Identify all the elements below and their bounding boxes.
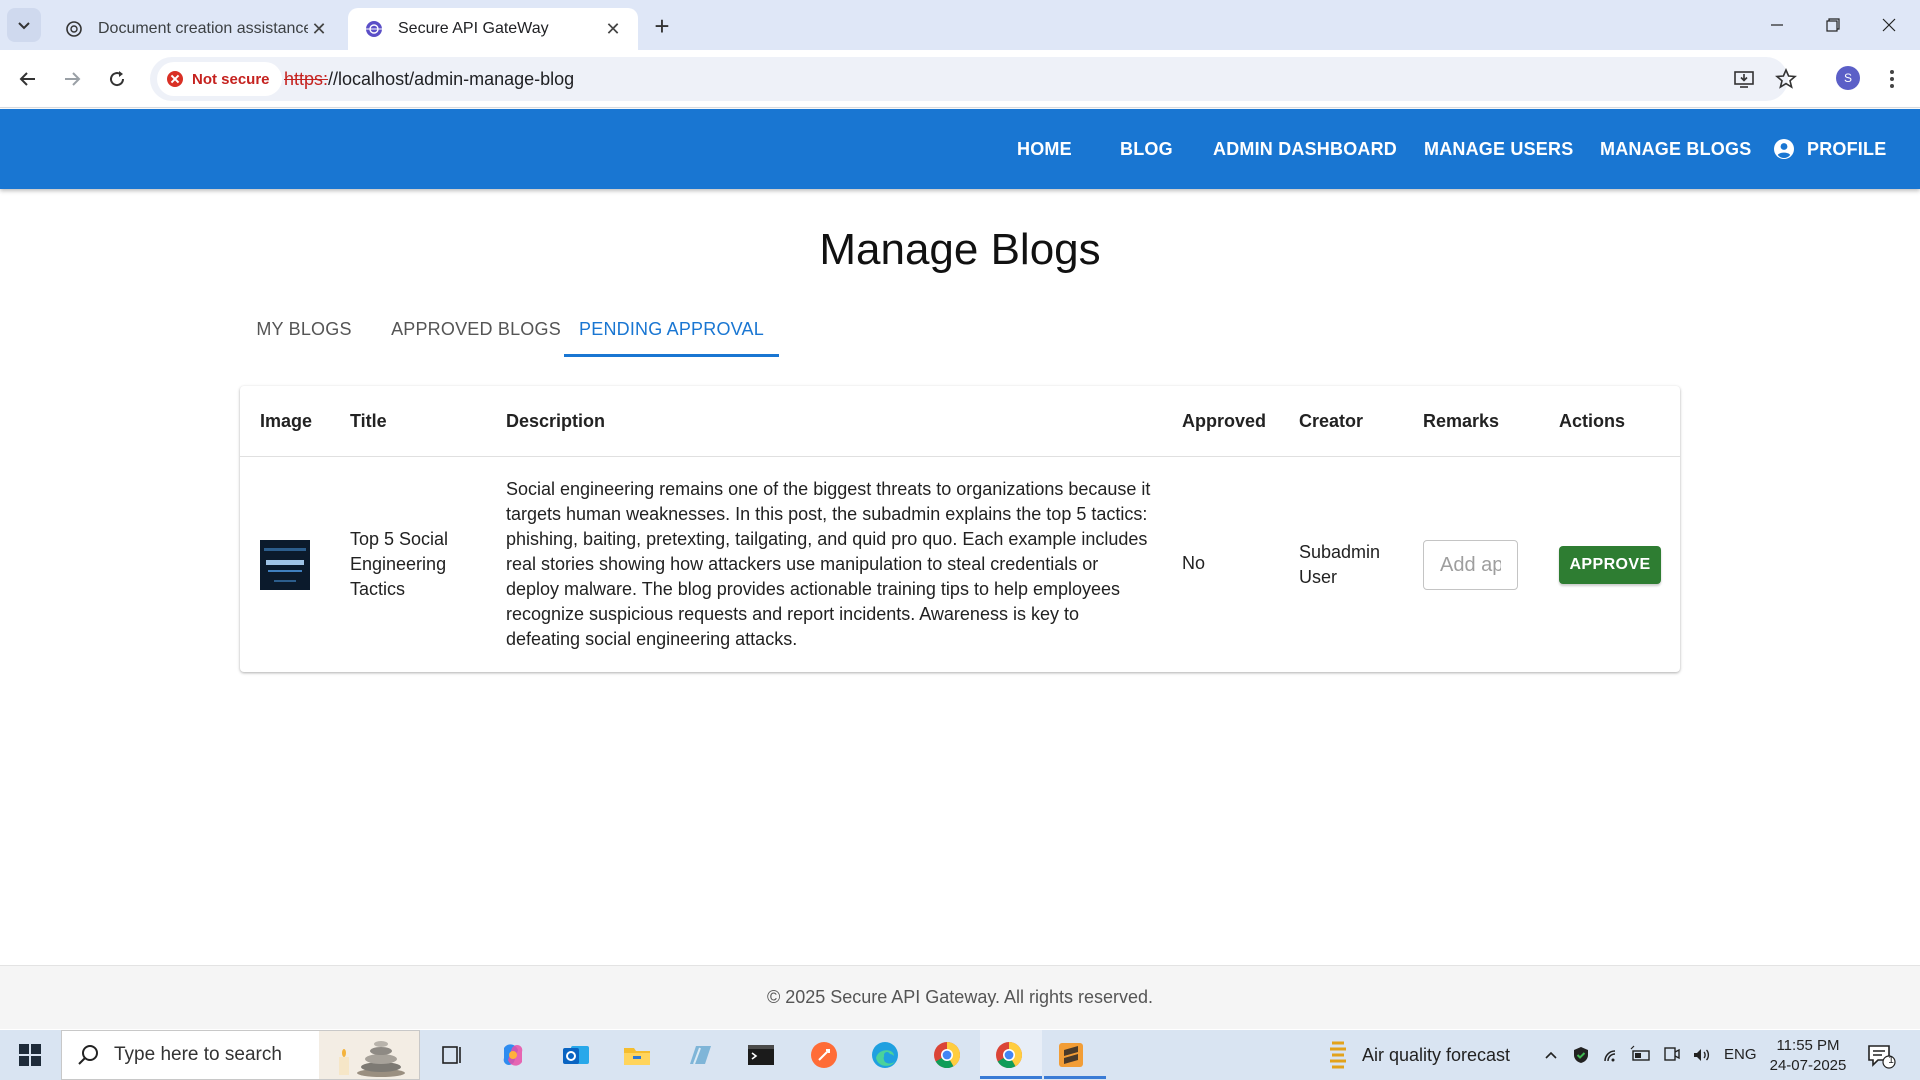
browser-tab-strip: Document creation assistance ✕ Secure AP…: [0, 0, 1920, 50]
clock-time: 11:55 PM: [1776, 1037, 1840, 1054]
meet-now-icon[interactable]: [1660, 1044, 1682, 1066]
url-text[interactable]: https://localhost/admin-manage-blog: [284, 69, 574, 90]
task-view-icon[interactable]: [436, 1039, 468, 1071]
browser-tab-title: Secure API GateWay: [398, 20, 549, 37]
notepad-icon[interactable]: [684, 1039, 716, 1071]
install-app-icon[interactable]: [1730, 65, 1758, 93]
nav-manage-users[interactable]: MANAGE USERS: [1424, 109, 1573, 189]
close-tab-icon[interactable]: ✕: [602, 18, 624, 40]
security-label: Not secure: [192, 70, 270, 88]
edge-icon[interactable]: [869, 1039, 901, 1071]
table-row: Top 5 Social Engineering Tactics Social …: [240, 457, 1680, 672]
blog-description: Social engineering remains one of the bi…: [506, 479, 1151, 649]
notification-count: 1: [1888, 1055, 1894, 1066]
browser-tab-title: Document creation assistance: [98, 20, 308, 37]
blog-creator: Subadmin User: [1299, 542, 1381, 587]
active-app-indicator: [980, 1076, 1042, 1079]
warning-icon: [167, 71, 183, 87]
address-bar[interactable]: Not secure https://localhost/admin-manag…: [150, 57, 1797, 101]
running-app-indicator: [1044, 1076, 1106, 1079]
globe-icon: [364, 19, 384, 39]
remarks-input[interactable]: [1423, 540, 1518, 590]
blogs-table: Image Title Description Approved Creator…: [240, 386, 1680, 672]
tab-indicator: [564, 354, 779, 357]
url-path: //localhost/admin-manage-blog: [328, 69, 575, 89]
air-quality-icon: [1330, 1041, 1346, 1069]
input-language[interactable]: ENG: [1724, 1046, 1757, 1063]
column-header-title: Title: [350, 411, 387, 431]
app-header: HOME BLOG ADMIN DASHBOARD MANAGE USERS M…: [0, 109, 1920, 189]
browser-toolbar: Not secure https://localhost/admin-manag…: [0, 50, 1920, 108]
security-shield-icon[interactable]: [1570, 1044, 1592, 1066]
notification-center-icon[interactable]: 1: [1866, 1042, 1896, 1070]
close-tab-icon[interactable]: ✕: [308, 18, 330, 40]
nav-admin-dashboard[interactable]: ADMIN DASHBOARD: [1213, 109, 1397, 189]
browser-tab-document-creation[interactable]: Document creation assistance ✕: [48, 8, 344, 50]
chrome-active-icon[interactable]: [993, 1039, 1025, 1071]
nav-profile-label: PROFILE: [1807, 138, 1887, 159]
column-header-actions: Actions: [1559, 411, 1626, 431]
back-arrow-icon[interactable]: [12, 63, 44, 95]
column-header-image: Image: [260, 411, 313, 431]
blog-title: Top 5 Social Engineering Tactics: [350, 529, 449, 599]
wifi-icon[interactable]: [1601, 1044, 1623, 1066]
volume-icon[interactable]: [1690, 1044, 1712, 1066]
search-placeholder: Type here to search: [114, 1044, 282, 1065]
battery-icon[interactable]: [1630, 1044, 1652, 1066]
tab-search-button[interactable]: [7, 8, 41, 42]
sublime-text-icon[interactable]: [1055, 1039, 1087, 1071]
reload-icon[interactable]: [101, 63, 133, 95]
chevron-down-icon: [18, 22, 30, 30]
taskbar-search[interactable]: Type here to search: [61, 1030, 420, 1080]
postman-icon[interactable]: [808, 1039, 840, 1071]
profile-avatar[interactable]: S: [1836, 66, 1860, 90]
minimize-icon[interactable]: [1760, 10, 1794, 40]
browser-tab-secure-api-gateway[interactable]: Secure API GateWay ✕: [348, 8, 638, 50]
footer-copyright: © 2025 Secure API Gateway. All rights re…: [766, 987, 1154, 1007]
approved-status: No: [1182, 553, 1206, 573]
column-header-remarks: Remarks: [1423, 411, 1500, 431]
tab-my-blogs[interactable]: MY BLOGS: [240, 302, 368, 356]
close-window-icon[interactable]: [1872, 10, 1906, 40]
bookmark-star-icon[interactable]: [1772, 65, 1800, 93]
chrome-icon[interactable]: [931, 1039, 963, 1071]
url-scheme: https:: [284, 69, 329, 89]
column-header-description: Description: [506, 411, 606, 431]
nav-home[interactable]: HOME: [1017, 109, 1072, 189]
nav-profile[interactable]: PROFILE: [1773, 109, 1886, 189]
nav-blog[interactable]: BLOG: [1120, 109, 1173, 189]
weather-widget[interactable]: Air quality forecast: [1328, 1030, 1510, 1080]
windows-start-icon[interactable]: [0, 1030, 60, 1080]
outlook-icon[interactable]: [560, 1039, 592, 1071]
windows-taskbar: Type here to search Air quality forecast…: [0, 1030, 1920, 1080]
column-header-creator: Creator: [1299, 411, 1364, 431]
more-menu-icon[interactable]: [1880, 64, 1904, 94]
page-title: Manage Blogs: [819, 225, 1101, 274]
clock-date: 24-07-2025: [1769, 1057, 1847, 1074]
not-secure-chip[interactable]: Not secure: [157, 62, 282, 96]
chevron-up-icon[interactable]: [1540, 1044, 1562, 1066]
blog-thumbnail: [260, 540, 310, 590]
system-clock[interactable]: 11:55 PM 24-07-2025: [1768, 1036, 1848, 1076]
nav-manage-blogs[interactable]: MANAGE BLOGS: [1600, 109, 1751, 189]
tab-pending-approval[interactable]: PENDING APPROVAL: [564, 302, 779, 356]
terminal-icon[interactable]: [745, 1039, 777, 1071]
account-circle-icon: [1774, 139, 1794, 159]
search-highlight-image: [319, 1031, 419, 1079]
page-footer: © 2025 Secure API Gateway. All rights re…: [0, 965, 1920, 1029]
weather-label: Air quality forecast: [1362, 1044, 1511, 1065]
chatgpt-icon: [64, 19, 84, 39]
search-icon: [78, 1045, 98, 1065]
new-tab-button[interactable]: +: [648, 11, 676, 41]
restore-icon[interactable]: [1816, 10, 1850, 40]
copilot-icon[interactable]: [497, 1039, 529, 1071]
file-explorer-icon[interactable]: [621, 1039, 653, 1071]
column-header-approved: Approved: [1182, 411, 1267, 431]
approve-button[interactable]: APPROVE: [1559, 546, 1661, 584]
forward-arrow-icon[interactable]: [56, 63, 88, 95]
tab-approved-blogs[interactable]: APPROVED BLOGS: [382, 302, 570, 356]
